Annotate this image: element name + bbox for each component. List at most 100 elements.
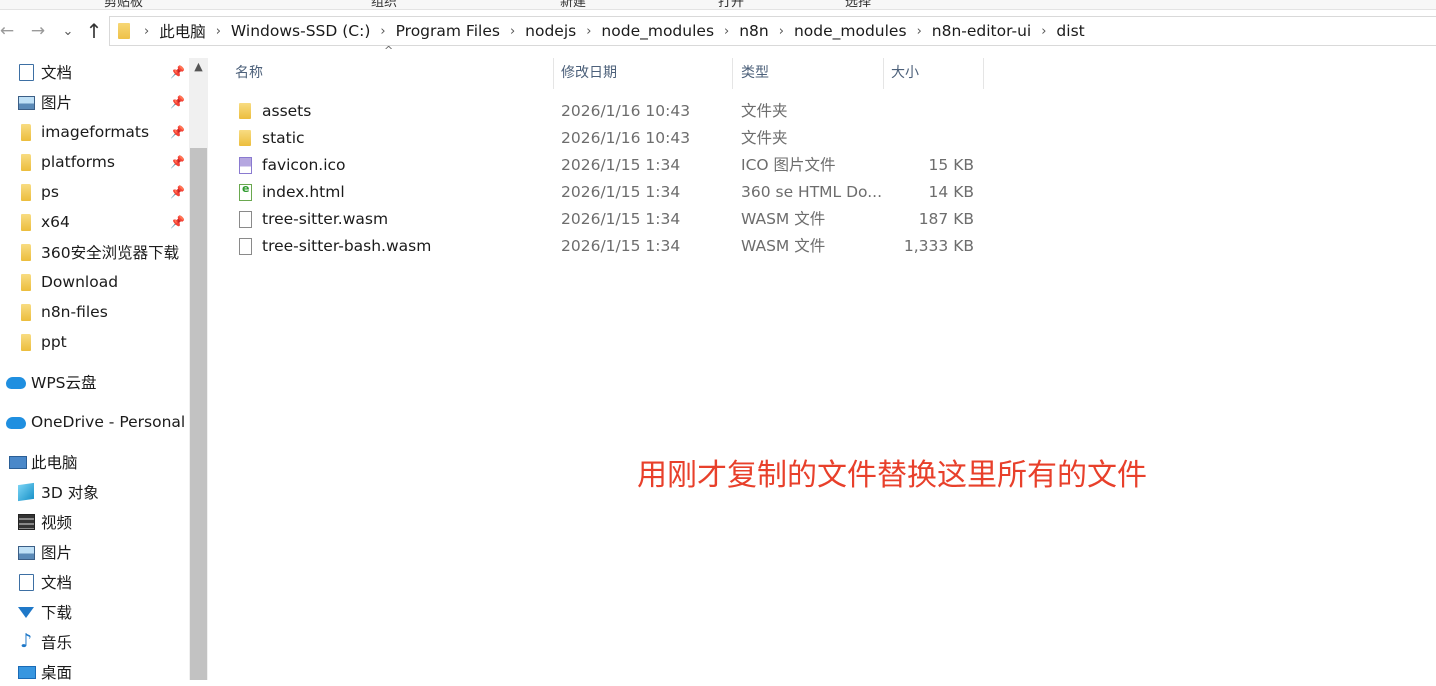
sidebar-item-label: 文档 xyxy=(41,64,73,82)
download-icon xyxy=(18,607,34,618)
pin-icon[interactable]: 📌 xyxy=(170,65,185,79)
breadcrumb-item[interactable]: Program Files xyxy=(396,22,500,40)
sidebar-item-360-downloads[interactable]: 360安全浏览器下载 xyxy=(0,238,190,266)
chevron-right-icon[interactable]: › xyxy=(724,24,729,39)
address-bar[interactable]: › 此电脑 › Windows-SSD (C:) › Program Files… xyxy=(109,16,1436,46)
file-size: 15 KB xyxy=(928,156,974,174)
sidebar-item-n8n-files[interactable]: n8n-files xyxy=(0,298,190,326)
pin-icon[interactable]: 📌 xyxy=(170,95,185,109)
pin-icon[interactable]: 📌 xyxy=(170,125,185,139)
sidebar-item-wps-cloud[interactable]: WPS云盘 xyxy=(0,368,190,396)
sidebar-item-label: 文档 xyxy=(41,574,73,592)
file-row[interactable]: tree-sitter.wasm 2026/1/15 1:34 WASM 文件 … xyxy=(210,206,990,233)
file-modified: 2026/1/15 1:34 xyxy=(561,156,681,174)
sidebar-item-label: 360安全浏览器下载 xyxy=(41,244,180,262)
forward-button[interactable]: → xyxy=(27,18,49,44)
pin-icon[interactable]: 📌 xyxy=(170,185,185,199)
sidebar-item-onedrive[interactable]: OneDrive - Personal xyxy=(0,408,190,436)
sidebar-item-music[interactable]: ♪ 音乐 xyxy=(0,628,190,656)
ribbon-tab[interactable]: 剪贴板 xyxy=(104,0,143,9)
sidebar-item-pictures[interactable]: 图片 xyxy=(0,538,190,566)
recent-locations-button[interactable]: ⌄ xyxy=(57,18,79,44)
sidebar-item-platforms[interactable]: platforms 📌 xyxy=(0,148,190,176)
sidebar-item-documents-quick[interactable]: 文档 📌 xyxy=(0,58,190,86)
ribbon-tab[interactable]: 新建 xyxy=(560,0,586,9)
cloud-icon xyxy=(6,377,26,389)
pin-icon[interactable]: 📌 xyxy=(170,215,185,229)
sidebar-item-label: WPS云盘 xyxy=(31,374,97,392)
breadcrumb-item[interactable]: 此电脑 xyxy=(159,20,206,42)
file-name: static xyxy=(262,129,305,147)
file-size: 14 KB xyxy=(928,183,974,201)
desktop-icon xyxy=(18,666,36,679)
chevron-right-icon[interactable]: › xyxy=(380,24,385,39)
scrollbar-thumb[interactable] xyxy=(190,148,207,680)
breadcrumb-item[interactable]: n8n-editor-ui xyxy=(932,22,1031,40)
chevron-right-icon[interactable]: › xyxy=(216,24,221,39)
ribbon-tab[interactable]: 打开 xyxy=(718,0,744,9)
sidebar-item-label: 视频 xyxy=(41,514,73,532)
breadcrumb-item[interactable]: nodejs xyxy=(525,22,576,40)
chevron-right-icon[interactable]: › xyxy=(1041,24,1046,39)
column-header-name[interactable]: 名称 xyxy=(227,58,554,89)
html-file-icon xyxy=(239,182,252,201)
file-size xyxy=(894,98,974,125)
folder-icon xyxy=(21,153,31,171)
sidebar-item-videos[interactable]: 视频 xyxy=(0,508,190,536)
sidebar-item-pictures-quick[interactable]: 图片 📌 xyxy=(0,88,190,116)
folder-icon xyxy=(239,130,251,146)
file-name: index.html xyxy=(262,183,345,201)
breadcrumb-item[interactable]: n8n xyxy=(739,22,769,40)
file-name: tree-sitter-bash.wasm xyxy=(262,237,432,255)
ribbon-tab[interactable]: 组织 xyxy=(371,0,397,9)
file-name: assets xyxy=(262,102,312,120)
column-header-type[interactable]: 类型 xyxy=(733,58,884,89)
cube-icon xyxy=(18,482,34,502)
column-header-modified[interactable]: 修改日期 xyxy=(553,58,733,89)
sidebar-item-this-pc[interactable]: 此电脑 xyxy=(0,448,190,476)
sidebar-item-download[interactable]: Download xyxy=(0,268,190,296)
sidebar-scrollbar[interactable]: ▲ xyxy=(189,58,208,680)
chevron-right-icon[interactable]: › xyxy=(917,24,922,39)
scroll-up-icon[interactable]: ▲ xyxy=(189,58,208,76)
document-icon xyxy=(19,63,34,81)
sidebar-item-ps[interactable]: ps 📌 xyxy=(0,178,190,206)
sidebar-item-3d-objects[interactable]: 3D 对象 xyxy=(0,478,190,506)
sidebar-item-label: ps xyxy=(41,183,59,201)
file-type: ICO 图片文件 xyxy=(741,156,836,174)
video-icon xyxy=(18,514,35,530)
sidebar-item-documents[interactable]: 文档 xyxy=(0,568,190,596)
chevron-right-icon[interactable]: › xyxy=(510,24,515,39)
chevron-right-icon[interactable]: › xyxy=(779,24,784,39)
folder-icon xyxy=(21,183,31,201)
breadcrumb-item[interactable]: Windows-SSD (C:) xyxy=(231,22,370,40)
sidebar-item-desktop[interactable]: 桌面 xyxy=(0,658,190,686)
back-button[interactable]: ← xyxy=(0,18,18,44)
sidebar-item-label: 图片 xyxy=(41,544,73,562)
sidebar-item-imageformats[interactable]: imageformats 📌 xyxy=(0,118,190,146)
chevron-right-icon[interactable]: › xyxy=(586,24,591,39)
ribbon-tab[interactable]: 选择 xyxy=(845,0,871,9)
up-button[interactable]: ↑ xyxy=(83,18,105,44)
breadcrumb-item[interactable]: dist xyxy=(1056,22,1084,40)
chevron-right-icon[interactable]: › xyxy=(144,24,149,39)
file-row[interactable]: tree-sitter-bash.wasm 2026/1/15 1:34 WAS… xyxy=(210,233,990,260)
arrow-left-icon: ← xyxy=(0,21,15,41)
file-row[interactable]: index.html 2026/1/15 1:34 360 se HTML Do… xyxy=(210,179,990,206)
file-name: favicon.ico xyxy=(262,156,346,174)
file-name: tree-sitter.wasm xyxy=(262,210,389,228)
instruction-annotation: 用刚才复制的文件替换这里所有的文件 xyxy=(637,458,1147,493)
file-row[interactable]: assets 2026/1/16 10:43 文件夹 xyxy=(210,98,990,125)
sidebar-item-x64[interactable]: x64 📌 xyxy=(0,208,190,236)
sidebar-item-label: OneDrive - Personal xyxy=(31,413,186,431)
file-row[interactable]: static 2026/1/16 10:43 文件夹 xyxy=(210,125,990,152)
column-header-size[interactable]: 大小 xyxy=(883,58,984,89)
file-row[interactable]: favicon.ico 2026/1/15 1:34 ICO 图片文件 15 K… xyxy=(210,152,990,179)
music-icon: ♪ xyxy=(20,630,33,652)
breadcrumb-item[interactable]: node_modules xyxy=(601,22,714,40)
sidebar-item-downloads[interactable]: 下载 xyxy=(0,598,190,626)
sidebar-item-label: 音乐 xyxy=(41,634,73,652)
pin-icon[interactable]: 📌 xyxy=(170,155,185,169)
sidebar-item-ppt[interactable]: ppt xyxy=(0,328,190,356)
breadcrumb-item[interactable]: node_modules xyxy=(794,22,907,40)
